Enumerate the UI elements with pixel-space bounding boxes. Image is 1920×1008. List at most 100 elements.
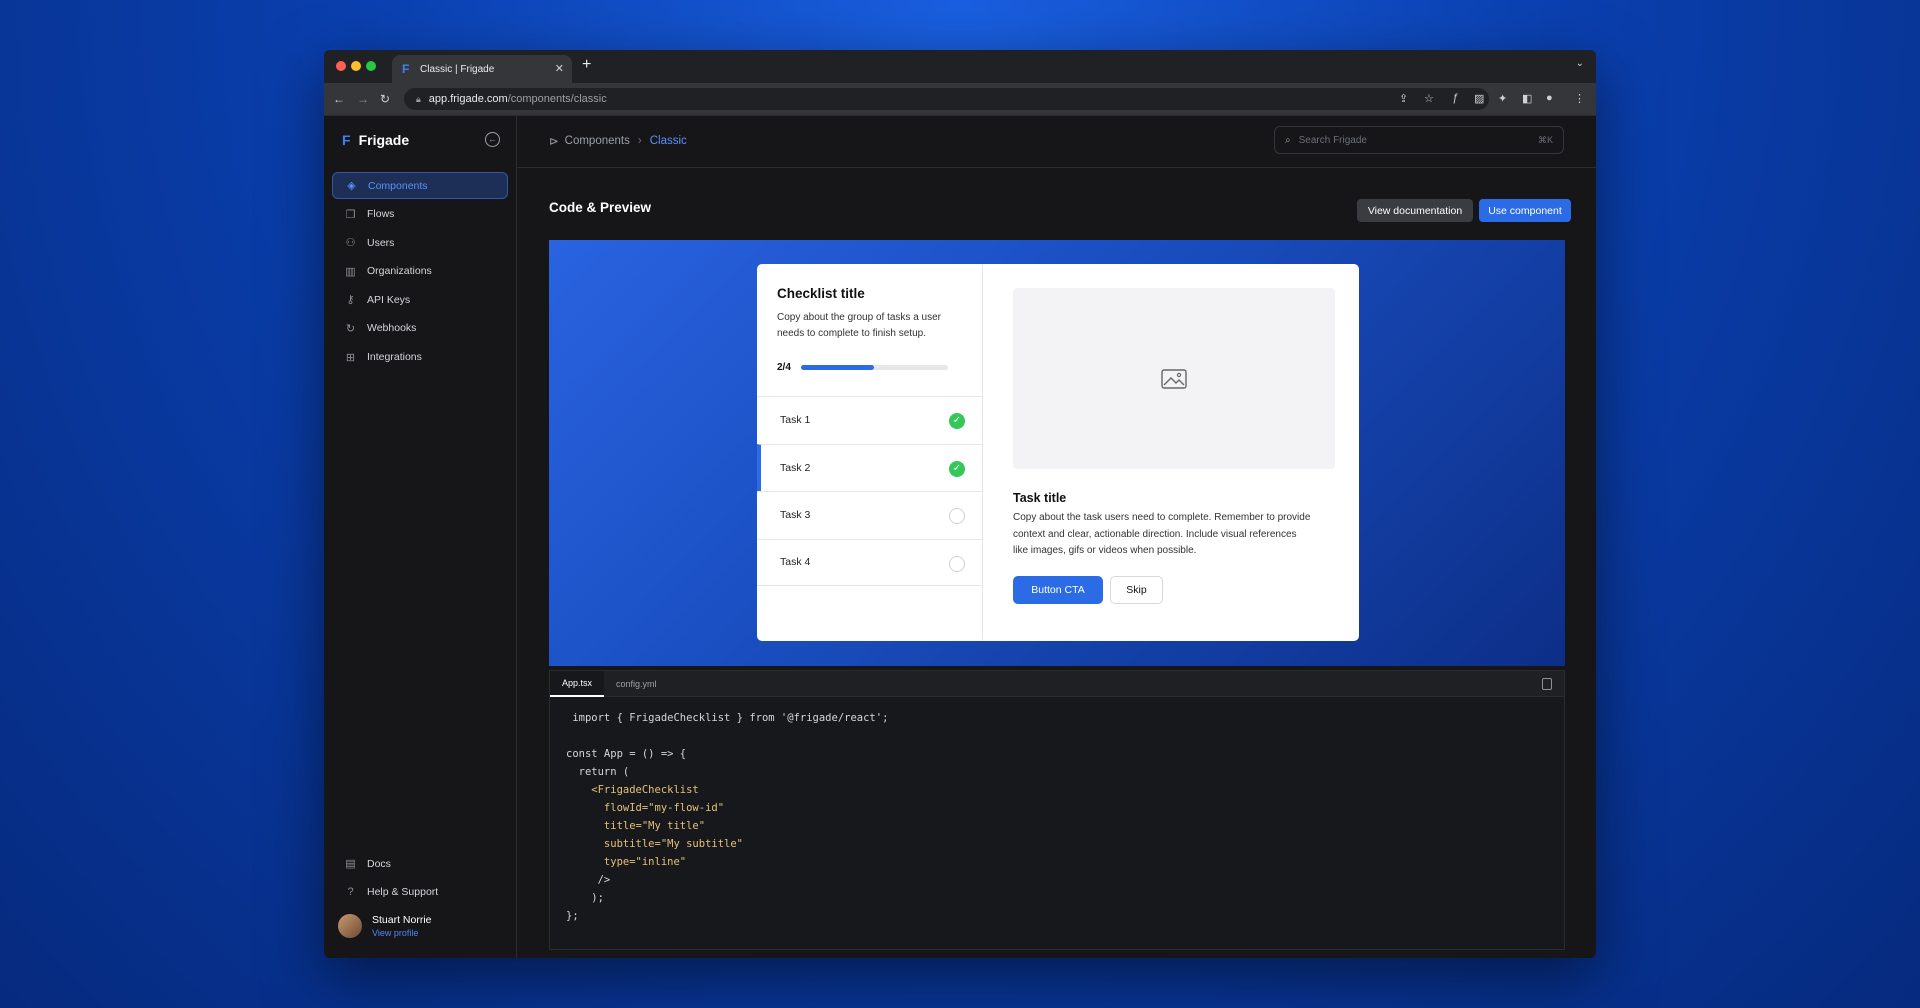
task-item[interactable]: Task 3: [757, 491, 982, 539]
reload-icon[interactable]: ↻: [380, 92, 390, 106]
bookmark-star-icon[interactable]: ☆: [1424, 92, 1434, 105]
more-menu-icon[interactable]: ⋮: [1574, 92, 1585, 105]
grid-icon: ⊞: [345, 351, 356, 364]
task-item[interactable]: Task 2 ✓: [757, 443, 982, 491]
sidebar-item-flows[interactable]: ❐ Flows: [332, 201, 508, 228]
back-icon[interactable]: ←: [333, 92, 345, 106]
profile-icon[interactable]: ●: [1546, 92, 1553, 104]
code-line: flowId="my-flow-id": [566, 802, 725, 814]
extension-icon[interactable]: ƒ: [1452, 92, 1458, 104]
search-shortcut: ⌘K: [1537, 134, 1553, 145]
sidebar: F Frigade ← ◈ Components ❐ Flows ⚇ Users ▥ O…: [324, 116, 517, 958]
sidebar-item-help[interactable]: ? Help & Support: [332, 879, 508, 906]
main-content: ⊳ Components › Classic ⌕ Search Frigade …: [517, 116, 1596, 958]
sidebar-item-api-keys[interactable]: ⚷ API Keys: [332, 286, 508, 313]
sidebar-nav: ◈ Components ❐ Flows ⚇ Users ▥ Organizations…: [332, 172, 508, 372]
task-item[interactable]: Task 4: [757, 538, 982, 586]
code-line: title="My title": [566, 820, 706, 832]
frigade-logo-icon: F: [342, 132, 351, 148]
maximize-window-button[interactable]: [366, 61, 376, 71]
tab-search-icon[interactable]: ⌄: [1576, 58, 1584, 69]
component-preview: Checklist title Copy about the group of …: [549, 240, 1565, 666]
extension-tile-icon[interactable]: ▨: [1474, 92, 1484, 105]
use-component-button[interactable]: Use component: [1479, 199, 1571, 222]
progress: 2/4: [777, 362, 948, 373]
task-title: Task title: [1013, 491, 1067, 505]
page-title: Code & Preview: [549, 200, 652, 215]
sidebar-item-integrations[interactable]: ⊞ Integrations: [332, 344, 508, 371]
progress-label: 2/4: [777, 362, 791, 373]
users-icon: ⚇: [345, 237, 356, 250]
sidebar-item-organizations[interactable]: ▥ Organizations: [332, 258, 508, 285]
help-icon: ?: [347, 886, 354, 899]
sidebar-item-label: Help & Support: [367, 886, 439, 899]
side-panel-icon[interactable]: ◧: [1522, 92, 1532, 105]
sidebar-item-label: Webhooks: [367, 322, 417, 335]
browser-window: F Classic | Frigade ✕ + ⌄ ← → ↻ 🔒︎ app.f…: [324, 50, 1596, 958]
tab-strip: F Classic | Frigade ✕ + ⌄: [324, 50, 1596, 83]
task-list: Task 1 ✓ Task 2 ✓ Task 3 Task 4: [757, 396, 982, 586]
image-icon: [1161, 368, 1187, 389]
user-profile[interactable]: Stuart Norrie View profile: [338, 914, 432, 938]
breadcrumb-parent[interactable]: Components: [565, 135, 630, 147]
task-description: Copy about the task users need to comple…: [1013, 512, 1311, 556]
browser-tab[interactable]: F Classic | Frigade ✕: [392, 55, 572, 83]
breadcrumb-current[interactable]: Classic: [650, 135, 687, 147]
sidebar-item-webhooks[interactable]: ↻ Webhooks: [332, 315, 508, 342]
new-tab-icon[interactable]: +: [582, 56, 591, 74]
tab-app-tsx[interactable]: App.tsx: [550, 671, 605, 697]
sidebar-item-docs[interactable]: ▤ Docs: [332, 850, 508, 877]
close-tab-icon[interactable]: ✕: [555, 62, 564, 75]
code-line: subtitle="My subtitle": [566, 838, 744, 850]
minimize-window-button[interactable]: [351, 61, 361, 71]
sidebar-bottom: ▤ Docs ? Help & Support: [332, 850, 508, 907]
copy-icon[interactable]: [1542, 678, 1552, 690]
task-detail-panel: Task title Copy about the task users nee…: [983, 264, 1359, 641]
code-line: />: [566, 874, 611, 886]
sidebar-item-label: API Keys: [367, 293, 411, 306]
building-icon: ▥: [345, 265, 356, 278]
puzzle-icon[interactable]: ✦: [1498, 92, 1507, 105]
empty-circle-icon: [949, 555, 965, 572]
image-placeholder: [1013, 288, 1335, 469]
view-documentation-button[interactable]: View documentation: [1357, 199, 1473, 222]
skip-button[interactable]: Skip: [1110, 576, 1163, 604]
url-field[interactable]: 🔒︎ app.frigade.com/components/classic: [404, 88, 1489, 110]
progress-bar: [800, 365, 948, 370]
close-window-button[interactable]: [336, 61, 346, 71]
code-panel: App.tsx config.yml import { FrigadeCheck…: [549, 670, 1565, 950]
lock-icon: 🔒︎: [416, 93, 421, 104]
component-icon: ⊳: [549, 136, 559, 148]
share-icon[interactable]: ⇪: [1399, 92, 1408, 105]
url-path: /components/classic: [507, 93, 607, 105]
checklist-panel: Checklist title Copy about the group of …: [757, 264, 983, 641]
forward-icon[interactable]: →: [357, 92, 369, 106]
code-line: };: [566, 910, 579, 922]
button-cta[interactable]: Button CTA: [1013, 576, 1103, 604]
avatar: [338, 914, 362, 938]
code-line: return (: [566, 766, 630, 778]
sidebar-item-label: Docs: [367, 857, 391, 870]
tab-config-yml[interactable]: config.yml: [604, 671, 669, 697]
task-label: Task 4: [780, 556, 811, 569]
checklist-subtitle: Copy about the group of tasks a user nee…: [777, 312, 941, 339]
code-line: <FrigadeChecklist: [566, 784, 699, 796]
address-bar: ← → ↻ 🔒︎ app.frigade.com/components/clas…: [324, 83, 1596, 116]
collapse-sidebar-icon[interactable]: ←: [485, 132, 500, 147]
view-profile-link[interactable]: View profile: [372, 928, 432, 938]
code-tabs: App.tsx config.yml: [550, 671, 1564, 697]
copy-icon: ❐: [345, 208, 356, 221]
check-circle-icon: ✓: [949, 413, 965, 429]
search-input[interactable]: ⌕ Search Frigade ⌘K: [1274, 126, 1564, 154]
checklist-card: Checklist title Copy about the group of …: [757, 264, 1359, 641]
breadcrumb: ⊳ Components › Classic: [549, 134, 687, 148]
task-item[interactable]: Task 1 ✓: [757, 396, 982, 444]
sidebar-item-users[interactable]: ⚇ Users: [332, 229, 508, 256]
code-line: import { FrigadeChecklist } from '@friga…: [566, 712, 889, 724]
check-circle-icon: ✓: [949, 460, 965, 477]
sidebar-item-components[interactable]: ◈ Components: [332, 172, 508, 199]
brand[interactable]: F Frigade: [342, 132, 409, 148]
progress-fill: [800, 365, 875, 370]
sidebar-item-label: Organizations: [367, 265, 432, 278]
url-host: app.frigade.com: [428, 93, 508, 105]
